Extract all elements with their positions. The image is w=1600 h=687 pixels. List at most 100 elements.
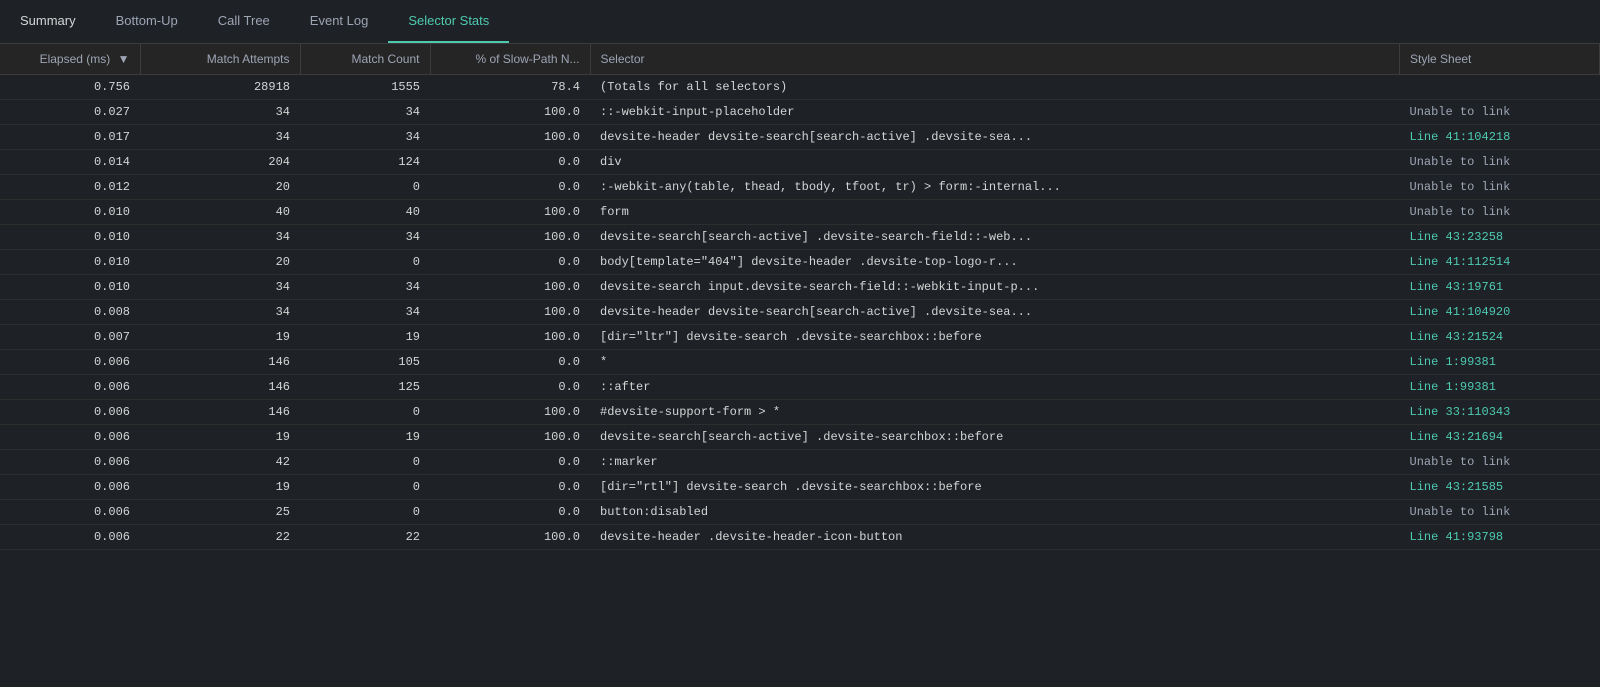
cell-elapsed: 0.006 [0, 400, 140, 425]
cell-style-sheet [1400, 75, 1600, 100]
cell-slow-path: 100.0 [430, 300, 590, 325]
cell-match-count: 40 [300, 200, 430, 225]
cell-match-attempts: 19 [140, 425, 300, 450]
cell-style-sheet[interactable]: Line 43:21694 [1400, 425, 1600, 450]
cell-match-attempts: 42 [140, 450, 300, 475]
col-header-match-count[interactable]: Match Count [300, 44, 430, 75]
col-header-match-attempts[interactable]: Match Attempts [140, 44, 300, 75]
cell-selector: ::marker [590, 450, 1400, 475]
tab-call-tree[interactable]: Call Tree [198, 0, 290, 43]
cell-elapsed: 0.014 [0, 150, 140, 175]
cell-style-sheet: Unable to link [1400, 500, 1600, 525]
col-header-selector[interactable]: Selector [590, 44, 1400, 75]
cell-match-count: 124 [300, 150, 430, 175]
cell-slow-path: 0.0 [430, 350, 590, 375]
cell-style-sheet[interactable]: Line 1:99381 [1400, 350, 1600, 375]
cell-match-count: 19 [300, 425, 430, 450]
cell-elapsed: 0.006 [0, 350, 140, 375]
tab-event-log[interactable]: Event Log [290, 0, 389, 43]
cell-style-sheet: Unable to link [1400, 450, 1600, 475]
table-row[interactable]: 0.0061919100.0devsite-search[search-acti… [0, 425, 1600, 450]
cell-match-attempts: 146 [140, 400, 300, 425]
table-row[interactable]: 0.0071919100.0[dir="ltr"] devsite-search… [0, 325, 1600, 350]
cell-match-count: 34 [300, 100, 430, 125]
cell-match-count: 34 [300, 275, 430, 300]
cell-elapsed: 0.010 [0, 250, 140, 275]
table-row[interactable]: 0.0103434100.0devsite-search input.devsi… [0, 275, 1600, 300]
table-row[interactable]: 0.0061461050.0*Line 1:99381 [0, 350, 1600, 375]
cell-selector: devsite-header devsite-search[search-act… [590, 300, 1400, 325]
cell-selector: :-webkit-any(table, thead, tbody, tfoot,… [590, 175, 1400, 200]
cell-selector: devsite-header devsite-search[search-act… [590, 125, 1400, 150]
cell-match-attempts: 146 [140, 375, 300, 400]
table-row[interactable]: 0.0064200.0::markerUnable to link [0, 450, 1600, 475]
cell-match-count: 105 [300, 350, 430, 375]
cell-selector: devsite-header .devsite-header-icon-butt… [590, 525, 1400, 550]
cell-elapsed: 0.006 [0, 450, 140, 475]
cell-elapsed: 0.008 [0, 300, 140, 325]
cell-selector: form [590, 200, 1400, 225]
col-header-elapsed[interactable]: Elapsed (ms) ▼ [0, 44, 140, 75]
cell-match-attempts: 19 [140, 475, 300, 500]
table-row[interactable]: 0.0061461250.0::afterLine 1:99381 [0, 375, 1600, 400]
cell-slow-path: 0.0 [430, 450, 590, 475]
cell-style-sheet[interactable]: Line 41:104920 [1400, 300, 1600, 325]
cell-match-attempts: 22 [140, 525, 300, 550]
col-header-style-sheet[interactable]: Style Sheet [1400, 44, 1600, 75]
cell-match-count: 0 [300, 250, 430, 275]
table-row[interactable]: 0.0104040100.0formUnable to link [0, 200, 1600, 225]
cell-style-sheet[interactable]: Line 43:21585 [1400, 475, 1600, 500]
cell-match-attempts: 25 [140, 500, 300, 525]
table-row[interactable]: 0.0062500.0button:disabledUnable to link [0, 500, 1600, 525]
cell-selector: * [590, 350, 1400, 375]
table-row[interactable]: 0.0102000.0body[template="404"] devsite-… [0, 250, 1600, 275]
cell-style-sheet[interactable]: Line 41:93798 [1400, 525, 1600, 550]
table-row[interactable]: 0.0061900.0[dir="rtl"] devsite-search .d… [0, 475, 1600, 500]
cell-selector: ::-webkit-input-placeholder [590, 100, 1400, 125]
cell-match-count: 34 [300, 125, 430, 150]
sort-indicator: ▼ [118, 52, 130, 66]
table-row[interactable]: 0.0142041240.0divUnable to link [0, 150, 1600, 175]
cell-style-sheet[interactable]: Line 41:112514 [1400, 250, 1600, 275]
tab-selector-stats[interactable]: Selector Stats [388, 0, 509, 43]
col-header-slow-path[interactable]: % of Slow-Path N... [430, 44, 590, 75]
cell-slow-path: 100.0 [430, 400, 590, 425]
cell-selector: devsite-search[search-active] .devsite-s… [590, 225, 1400, 250]
cell-style-sheet: Unable to link [1400, 175, 1600, 200]
cell-style-sheet[interactable]: Line 33:110343 [1400, 400, 1600, 425]
table-row[interactable]: 0.0061460100.0#devsite-support-form > *L… [0, 400, 1600, 425]
cell-match-count: 0 [300, 175, 430, 200]
table-row[interactable]: 0.0103434100.0devsite-search[search-acti… [0, 225, 1600, 250]
table-row[interactable]: 0.0083434100.0devsite-header devsite-sea… [0, 300, 1600, 325]
cell-style-sheet[interactable]: Line 43:21524 [1400, 325, 1600, 350]
cell-style-sheet[interactable]: Line 1:99381 [1400, 375, 1600, 400]
cell-selector: [dir="rtl"] devsite-search .devsite-sear… [590, 475, 1400, 500]
elapsed-label: Elapsed (ms) [40, 52, 111, 66]
cell-match-attempts: 19 [140, 325, 300, 350]
cell-slow-path: 0.0 [430, 475, 590, 500]
cell-selector: button:disabled [590, 500, 1400, 525]
tab-bottom-up[interactable]: Bottom-Up [96, 0, 198, 43]
cell-match-count: 125 [300, 375, 430, 400]
table-row[interactable]: 0.75628918155578.4(Totals for all select… [0, 75, 1600, 100]
cell-match-attempts: 34 [140, 125, 300, 150]
cell-elapsed: 0.007 [0, 325, 140, 350]
cell-slow-path: 100.0 [430, 525, 590, 550]
table-row[interactable]: 0.0122000.0:-webkit-any(table, thead, tb… [0, 175, 1600, 200]
cell-style-sheet[interactable]: Line 43:19761 [1400, 275, 1600, 300]
table-row[interactable]: 0.0173434100.0devsite-header devsite-sea… [0, 125, 1600, 150]
cell-match-count: 19 [300, 325, 430, 350]
cell-match-attempts: 40 [140, 200, 300, 225]
cell-slow-path: 100.0 [430, 325, 590, 350]
cell-style-sheet[interactable]: Line 41:104218 [1400, 125, 1600, 150]
tab-summary[interactable]: Summary [0, 0, 96, 43]
cell-elapsed: 0.006 [0, 500, 140, 525]
table-row[interactable]: 0.0273434100.0::-webkit-input-placeholde… [0, 100, 1600, 125]
cell-match-attempts: 20 [140, 250, 300, 275]
cell-style-sheet[interactable]: Line 43:23258 [1400, 225, 1600, 250]
cell-match-attempts: 28918 [140, 75, 300, 100]
cell-match-count: 0 [300, 400, 430, 425]
cell-selector: body[template="404"] devsite-header .dev… [590, 250, 1400, 275]
table-row[interactable]: 0.0062222100.0devsite-header .devsite-he… [0, 525, 1600, 550]
cell-selector: ::after [590, 375, 1400, 400]
